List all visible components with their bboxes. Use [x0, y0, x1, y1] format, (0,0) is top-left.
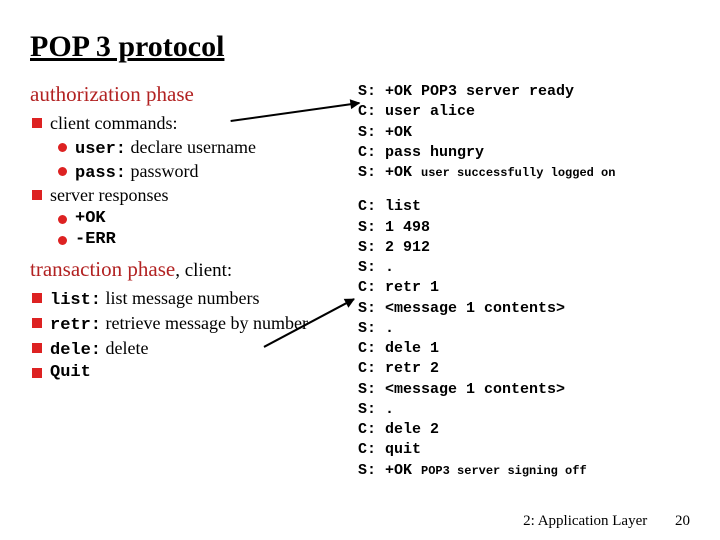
subhead-transaction: transaction phase, client: — [30, 257, 340, 282]
bullet-icon — [32, 368, 42, 378]
subhead-transaction-tail: , client: — [175, 260, 232, 281]
session-line: S: +OK — [358, 123, 700, 143]
session-line: S: <message 1 contents> — [358, 299, 700, 319]
right-column: S: +OK POP3 server readyC: user aliceS: … — [358, 82, 700, 495]
session-line: S: 2 912 — [358, 238, 700, 258]
pass-cmd: pass: — [75, 164, 126, 183]
session-line: S: . — [358, 319, 700, 339]
footer: 2: Application Layer 20 — [523, 513, 690, 530]
subbullet-icon — [58, 236, 67, 245]
subhead-transaction-text: transaction phase — [30, 257, 175, 281]
session-block-2: C: listS: 1 498S: 2 912S: .C: retr 1S: <… — [358, 197, 700, 481]
session-line: C: retr 2 — [358, 359, 700, 379]
page-number: 20 — [675, 513, 690, 529]
session-line: C: quit — [358, 440, 700, 460]
session-line: S: . — [358, 400, 700, 420]
session-line: S: +OK POP3 server signing off — [358, 461, 700, 481]
session-line: C: user alice — [358, 102, 700, 122]
subhead-authorization: authorization phase — [30, 82, 340, 107]
session-line: C: list — [358, 197, 700, 217]
bullet-icon — [32, 343, 42, 353]
session-line: C: dele 2 — [358, 420, 700, 440]
session-line: S: . — [358, 258, 700, 278]
list-desc: list message numbers — [101, 288, 259, 308]
user-cmd: user: — [75, 140, 126, 159]
retr-cmd: retr: — [50, 316, 101, 335]
server-responses-label: server responses — [50, 185, 168, 206]
err-resp: -ERR — [75, 230, 116, 249]
bullet-icon — [32, 293, 42, 303]
client-commands-label: client commands: — [50, 113, 177, 134]
subbullet-icon — [58, 143, 67, 152]
session-line: S: +OK POP3 server ready — [358, 82, 700, 102]
retr-desc: retrieve message by number — [101, 313, 308, 333]
dele-desc: delete — [101, 338, 148, 358]
footer-text: 2: Application Layer — [523, 513, 647, 529]
session-block-1: S: +OK POP3 server readyC: user aliceS: … — [358, 82, 700, 183]
slide-title: POP 3 protocol — [30, 30, 700, 64]
session-line: C: retr 1 — [358, 278, 700, 298]
session-line: C: dele 1 — [358, 339, 700, 359]
session-line: S: 1 498 — [358, 218, 700, 238]
session-line: C: pass hungry — [358, 143, 700, 163]
dele-cmd: dele: — [50, 341, 101, 360]
subbullet-icon — [58, 215, 67, 224]
ok-resp: +OK — [75, 209, 106, 228]
bullet-icon — [32, 118, 42, 128]
bullet-icon — [32, 318, 42, 328]
bullet-icon — [32, 190, 42, 200]
session-line: S: +OK user successfully logged on — [358, 163, 700, 183]
session-line: S: <message 1 contents> — [358, 380, 700, 400]
subbullet-icon — [58, 167, 67, 176]
list-cmd: list: — [50, 291, 101, 310]
user-desc: declare username — [126, 137, 256, 157]
left-column: authorization phase client commands: use… — [30, 82, 340, 495]
pass-desc: password — [126, 161, 199, 181]
quit-cmd: Quit — [50, 363, 91, 382]
